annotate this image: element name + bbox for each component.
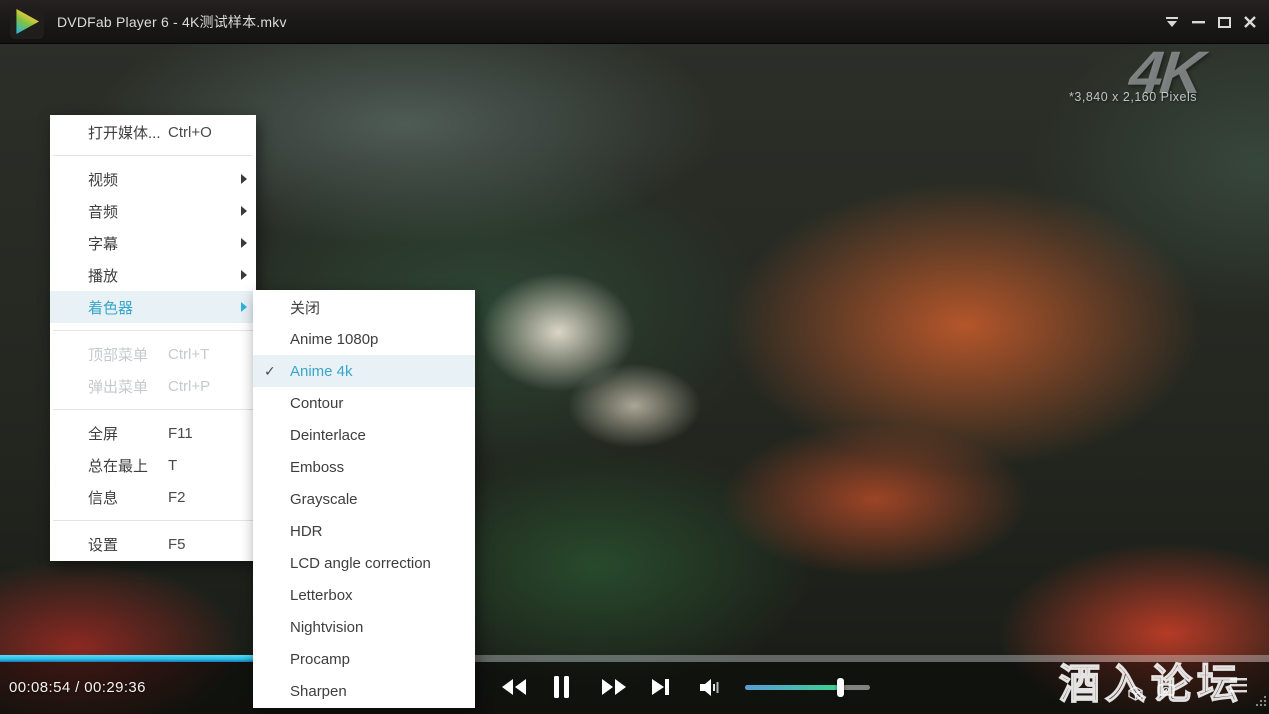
menu-item-emboss[interactable]: Emboss	[253, 451, 475, 483]
menu-separator	[53, 409, 253, 410]
menu-item-sharpen[interactable]: Sharpen	[253, 675, 475, 707]
menu-item-label: 顶部菜单	[88, 344, 168, 365]
volume-slider-handle[interactable]	[837, 678, 844, 697]
volume-icon[interactable]	[700, 679, 721, 696]
menu-item-shortcut: Ctrl+P	[168, 378, 210, 395]
context-menu: 打开媒体...Ctrl+O视频音频字幕播放着色器顶部菜单Ctrl+T弹出菜单Ct…	[50, 115, 256, 561]
menu-separator	[53, 155, 253, 156]
menu-item-procamp[interactable]: Procamp	[253, 643, 475, 675]
menu-item-shader-off[interactable]: 关闭	[253, 291, 475, 323]
menu-item-label: Emboss	[290, 459, 344, 476]
menu-item-audio[interactable]: 音频	[50, 195, 256, 227]
menu-item-subtitle[interactable]: 字幕	[50, 227, 256, 259]
menu-item-anime-4k[interactable]: ✓ Anime 4k	[253, 355, 475, 387]
menu-item-label: Grayscale	[290, 491, 358, 508]
next-button[interactable]	[652, 679, 670, 695]
menu-item-letterbox[interactable]: Letterbox	[253, 579, 475, 611]
pin-dropdown-icon[interactable]	[1159, 8, 1185, 36]
app-logo-icon	[10, 5, 44, 39]
submenu-arrow-icon	[241, 206, 247, 216]
menu-item-label: 打开媒体...	[88, 122, 168, 143]
play-triangle-logo	[15, 9, 39, 35]
window-controls	[1159, 0, 1263, 44]
resize-grip-icon[interactable]	[1255, 694, 1267, 712]
minimize-button[interactable]	[1185, 8, 1211, 36]
menu-item-shortcut: Ctrl+T	[168, 346, 209, 363]
menu-item-label: 总在最上	[88, 455, 168, 476]
menu-item-shortcut: F11	[168, 425, 193, 442]
menu-item-play[interactable]: 播放	[50, 259, 256, 291]
close-button[interactable]	[1237, 8, 1263, 36]
menu-item-label: 设置	[88, 534, 168, 555]
menu-item-top-menu: 顶部菜单Ctrl+T	[50, 338, 256, 370]
menu-item-grayscale[interactable]: Grayscale	[253, 483, 475, 515]
menu-item-label: Anime 4k	[290, 363, 353, 380]
menu-item-shortcut: Ctrl+O	[168, 124, 212, 141]
menu-item-label: Procamp	[290, 651, 350, 668]
volume-slider-fill	[745, 685, 840, 690]
menu-separator	[53, 520, 253, 521]
menu-item-popup-menu: 弹出菜单Ctrl+P	[50, 370, 256, 402]
menu-item-always-on-top[interactable]: 总在最上T	[50, 449, 256, 481]
maximize-button[interactable]	[1211, 8, 1237, 36]
window-title: DVDFab Player 6 - 4K测试样本.mkv	[57, 12, 287, 32]
menu-item-info[interactable]: 信息F2	[50, 481, 256, 513]
menu-item-label: Anime 1080p	[290, 331, 378, 348]
pause-button[interactable]	[553, 676, 570, 698]
shader-submenu: 关闭 Anime 1080p ✓ Anime 4k Contour Deinterlace…	[253, 290, 475, 708]
menu-item-hdr[interactable]: HDR	[253, 515, 475, 547]
menu-item-label: 着色器	[88, 297, 168, 318]
menu-item-label: Sharpen	[290, 683, 347, 700]
submenu-arrow-icon	[241, 270, 247, 280]
time-display: 00:08:54 / 00:29:36	[9, 662, 146, 714]
title-bar[interactable]: DVDFab Player 6 - 4K测试样本.mkv	[0, 0, 1269, 44]
menu-item-label: LCD angle correction	[290, 555, 431, 572]
menu-item-shortcut: T	[168, 457, 177, 474]
menu-item-label: Letterbox	[290, 587, 353, 604]
menu-separator	[53, 330, 253, 331]
menu-item-video[interactable]: 视频	[50, 163, 256, 195]
menu-item-label: HDR	[290, 523, 323, 540]
menu-item-label: 全屏	[88, 423, 168, 444]
resolution-label: *3,840 x 2,160 Pixels	[1069, 90, 1197, 104]
menu-item-anime-1080p[interactable]: Anime 1080p	[253, 323, 475, 355]
submenu-arrow-icon	[241, 174, 247, 184]
menu-item-label: 音频	[88, 201, 168, 222]
forum-watermark: 酒入论坛	[1059, 650, 1243, 710]
volume-slider[interactable]	[745, 685, 870, 690]
rewind-button[interactable]	[501, 679, 527, 695]
menu-item-label: Contour	[290, 395, 343, 412]
menu-item-open-media[interactable]: 打开媒体...Ctrl+O	[50, 116, 256, 148]
menu-item-label: Deinterlace	[290, 427, 366, 444]
menu-item-label: 弹出菜单	[88, 376, 168, 397]
submenu-arrow-icon	[241, 302, 247, 312]
menu-item-fullscreen[interactable]: 全屏F11	[50, 417, 256, 449]
menu-item-contour[interactable]: Contour	[253, 387, 475, 419]
menu-item-lcd-angle-correction[interactable]: LCD angle correction	[253, 547, 475, 579]
menu-item-label: 播放	[88, 265, 168, 286]
menu-item-label: 信息	[88, 487, 168, 508]
player-window: DVDFab Player 6 - 4K测试样本.mkv 4K *3,840 x…	[0, 0, 1269, 714]
menu-item-settings[interactable]: 设置F5	[50, 528, 256, 560]
menu-item-shortcut: F2	[168, 489, 186, 506]
menu-item-label: 字幕	[88, 233, 168, 254]
menu-item-nightvision[interactable]: Nightvision	[253, 611, 475, 643]
menu-item-deinterlace[interactable]: Deinterlace	[253, 419, 475, 451]
fast-forward-button[interactable]	[601, 679, 627, 695]
menu-item-label: 视频	[88, 169, 168, 190]
check-icon: ✓	[264, 363, 276, 380]
menu-item-shortcut: F5	[168, 536, 186, 553]
menu-item-shader[interactable]: 着色器	[50, 291, 256, 323]
menu-item-label: Nightvision	[290, 619, 363, 636]
menu-item-label: 关闭	[290, 297, 320, 318]
submenu-arrow-icon	[241, 238, 247, 248]
